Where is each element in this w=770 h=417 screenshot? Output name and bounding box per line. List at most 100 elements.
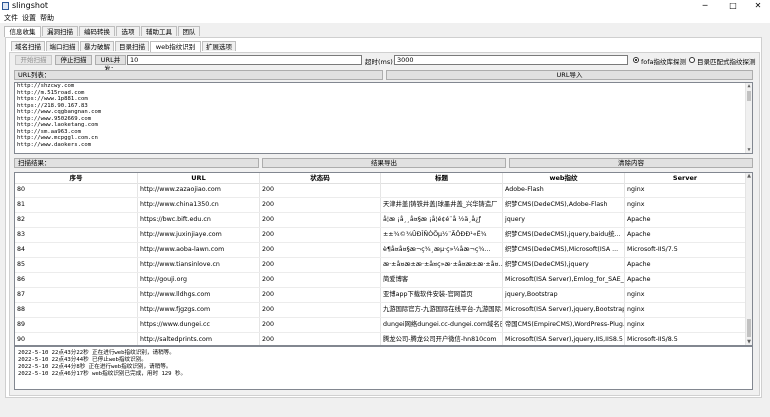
cell-server[interactable]: nginx	[625, 288, 746, 302]
cell-server[interactable]: Microsoft-IIS/8.5	[625, 333, 746, 345]
scroll-down-icon[interactable]: ▼	[746, 339, 752, 345]
cell-server[interactable]: Apache	[625, 213, 746, 227]
tab-web-fingerprint[interactable]: web指纹识别	[150, 41, 201, 52]
scroll-up-icon[interactable]: ▲	[746, 83, 752, 89]
cell-server[interactable]: nginx	[625, 198, 746, 212]
fofa-radio-label[interactable]: fofa指纹库探测	[641, 56, 686, 66]
maximize-button[interactable]: □	[721, 0, 745, 12]
scroll-up-icon[interactable]: ▲	[746, 173, 752, 179]
cell-status[interactable]: 200	[260, 228, 381, 242]
cell-index[interactable]: 85	[15, 258, 138, 272]
cell-title[interactable]: æ·±å¤æ±æ·±å¤ç»æ·±å¤æ±æ·±å¤...	[381, 258, 503, 272]
table-row[interactable]: 87 http://www.lldhgs.com 200 亚博app下载软件安装-官网…	[15, 288, 746, 303]
cell-index[interactable]: 80	[15, 183, 138, 197]
tab-dir-scan[interactable]: 目录扫描	[115, 41, 149, 51]
tab-encoding[interactable]: 编码转换	[79, 26, 115, 36]
tab-port-scan[interactable]: 端口扫描	[46, 41, 79, 51]
results-scrollbar[interactable]: ▲ ▼	[745, 173, 752, 345]
cell-status[interactable]: 200	[260, 333, 381, 345]
cell-fingerprint[interactable]: Microsoft(ISA Server),Emlog_for_SAE_...	[503, 273, 625, 287]
export-results-button[interactable]: 结果导出	[262, 158, 506, 168]
col-header-title[interactable]: 标题	[381, 173, 503, 183]
cell-url[interactable]: https://www.dungei.cc	[138, 318, 260, 332]
menu-settings[interactable]: 设置	[22, 13, 36, 23]
scroll-down-icon[interactable]: ▼	[746, 147, 752, 153]
url-import-button[interactable]: URL导入	[386, 70, 753, 80]
cell-index[interactable]: 90	[15, 333, 138, 345]
tab-team[interactable]: 团队	[178, 26, 200, 36]
cell-index[interactable]: 86	[15, 273, 138, 287]
cell-server[interactable]: Apache	[625, 258, 746, 272]
cell-title[interactable]: 天津井盖|铸铁井盖|球墨井盖_兴华铸造厂	[381, 198, 503, 212]
cell-title[interactable]: 九游国际官方-九游国际在线平台-九游国际...	[381, 303, 503, 317]
cell-url[interactable]: http://www.china1350.cn	[138, 198, 260, 212]
cell-url[interactable]: https://bwc.bift.edu.cn	[138, 213, 260, 227]
cell-index[interactable]: 84	[15, 243, 138, 257]
cell-server[interactable]: nginx	[625, 183, 746, 197]
cell-url[interactable]: http://www.aoba-lawn.com	[138, 243, 260, 257]
cell-index[interactable]: 82	[15, 213, 138, 227]
tab-aux-tools[interactable]: 辅助工具	[141, 26, 177, 36]
table-row[interactable]: 83 http://www.juxinjiaye.com 200 ±±¾©¾ÛÐÎÑÒ…	[15, 228, 746, 243]
concurrency-input[interactable]: 10	[127, 55, 362, 65]
cell-fingerprint[interactable]: 织梦CMS(DedeCMS),jquery,baidu统...	[503, 228, 625, 242]
cell-title[interactable]: 简爱博客	[381, 273, 503, 287]
cell-server[interactable]: Apache	[625, 228, 746, 242]
table-row[interactable]: 81 http://www.china1350.cn 200 天津井盖|铸铁井盖|球墨…	[15, 198, 746, 213]
cell-index[interactable]: 88	[15, 303, 138, 317]
cell-status[interactable]: 200	[260, 273, 381, 287]
clear-content-button[interactable]: 清除内容	[509, 158, 753, 168]
cell-fingerprint[interactable]: 织梦CMS(DedeCMS),Adobe-Flash	[503, 198, 625, 212]
start-scan-button[interactable]: 开始扫描	[15, 55, 52, 65]
timeout-input[interactable]: 3000	[394, 55, 628, 65]
cell-title[interactable]: å­¦æ ¡å¸¸å¤§æ ¡å¦é¢é¨å ½ä¸­å¿ƒ	[381, 213, 503, 227]
tab-info-gathering[interactable]: 信息收集	[4, 26, 41, 37]
cell-fingerprint[interactable]: jquery	[503, 213, 625, 227]
cell-url[interactable]: http://www.lldhgs.com	[138, 288, 260, 302]
table-row[interactable]: 90 http://saltedprints.com 200 腾龙公司-腾龙公司开户微…	[15, 333, 746, 345]
cell-fingerprint[interactable]: Microsoft(ISA Server),jquery,IIS,IIS8.5	[503, 333, 625, 345]
col-header-fingerprint[interactable]: web指纹	[503, 173, 625, 183]
cell-status[interactable]: 200	[260, 303, 381, 317]
cell-index[interactable]: 83	[15, 228, 138, 242]
table-row[interactable]: 88 http://www.fjgzgs.com 200 九游国际官方-九游国际在线平…	[15, 303, 746, 318]
url-list-scroll-thumb[interactable]	[747, 91, 751, 101]
tab-vuln-scan[interactable]: 漏洞扫描	[42, 26, 78, 36]
stop-scan-button[interactable]: 停止扫描	[55, 55, 92, 65]
cell-fingerprint[interactable]: 织梦CMS(DedeCMS),Microsoft(ISA ...	[503, 243, 625, 257]
results-scroll-thumb[interactable]	[747, 319, 751, 337]
cell-status[interactable]: 200	[260, 288, 381, 302]
col-header-url[interactable]: URL	[138, 173, 260, 183]
cell-title[interactable]: 腾龙公司-腾龙公司开户微信-hn810com	[381, 333, 503, 345]
cell-index[interactable]: 81	[15, 198, 138, 212]
cell-title[interactable]: 亚博app下载软件安装-官网首页	[381, 288, 503, 302]
tab-domain-scan[interactable]: 域名扫描	[11, 41, 45, 51]
col-header-status[interactable]: 状态码	[260, 173, 381, 183]
tab-brute-force[interactable]: 暴力破解	[80, 41, 114, 51]
cell-url[interactable]: http://gouji.org	[138, 273, 260, 287]
tab-options[interactable]: 选项	[116, 26, 140, 36]
cell-fingerprint[interactable]: Adobe-Flash	[503, 183, 625, 197]
cell-fingerprint[interactable]: Microsoft(ISA Server),jquery,Bootstrap..…	[503, 303, 625, 317]
col-header-index[interactable]: 序号	[15, 173, 138, 183]
cell-server[interactable]: nginx	[625, 303, 746, 317]
col-header-server[interactable]: Server	[625, 173, 746, 183]
cell-url[interactable]: http://www.tiansinlove.cn	[138, 258, 260, 272]
cell-url[interactable]: http://saltedprints.com	[138, 333, 260, 345]
table-row[interactable]: 84 http://www.aoba-lawn.com 200 è¶å¤å¤§æ¬ç¾…	[15, 243, 746, 258]
cell-title[interactable]: è¶å¤å¤§æ¬ç¾¸æµ·ç»¼åæ¬ç¾...	[381, 243, 503, 257]
cell-status[interactable]: 200	[260, 183, 381, 197]
url-list-scrollbar[interactable]: ▲ ▼	[745, 83, 752, 153]
cell-title[interactable]: ±±¾©¾ÛÐÎÑÒÕµ½¨ÃÔÐÐ¹«Ë¾	[381, 228, 503, 242]
cell-status[interactable]: 200	[260, 318, 381, 332]
table-row[interactable]: 82 https://bwc.bift.edu.cn 200 å­¦æ ¡å¸¸å¤§…	[15, 213, 746, 228]
cell-fingerprint[interactable]: 织梦CMS(DedeCMS),jquery	[503, 258, 625, 272]
tab-extended-options[interactable]: 扩展选项	[202, 41, 236, 51]
cell-server[interactable]: Apache	[625, 273, 746, 287]
cell-index[interactable]: 89	[15, 318, 138, 332]
cell-url[interactable]: http://www.zazaojiao.com	[138, 183, 260, 197]
cell-url[interactable]: http://www.fjgzgs.com	[138, 303, 260, 317]
cell-server[interactable]: nginx	[625, 318, 746, 332]
fofa-radio[interactable]	[633, 57, 639, 63]
url-list-textarea[interactable]: http://shzcwy.com http://m.515road.com h…	[14, 82, 753, 154]
